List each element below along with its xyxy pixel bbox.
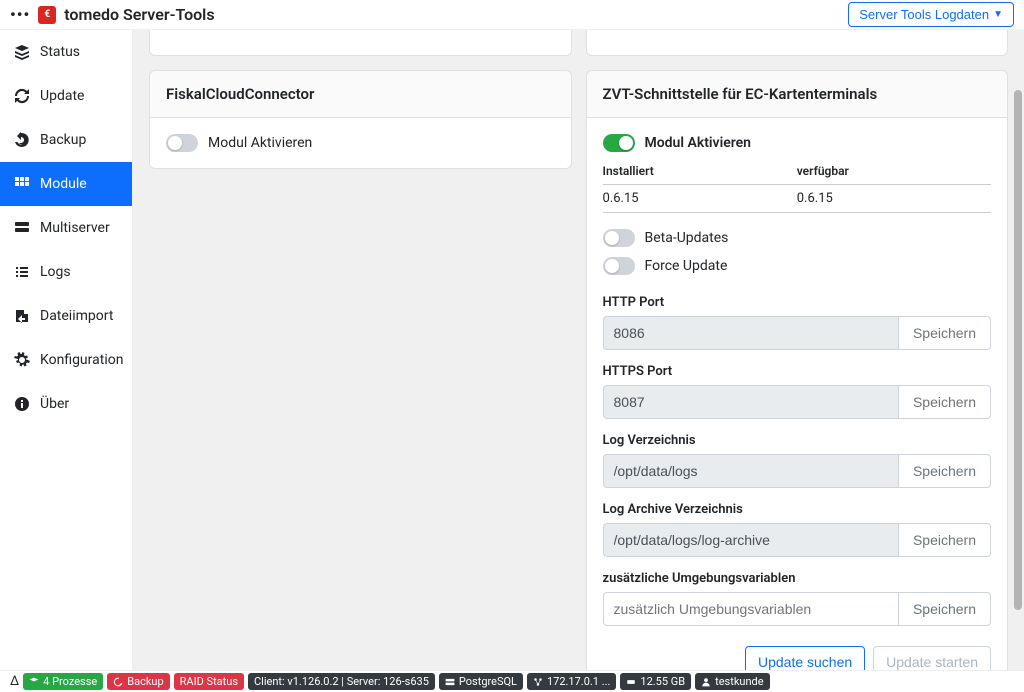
update-starten-button[interactable]: Update starten <box>873 646 991 670</box>
fiskal-activate-label: Modul Aktivieren <box>208 135 312 151</box>
https-port-label: HTTPS Port <box>603 364 992 379</box>
beta-updates-label: Beta-Updates <box>645 230 729 246</box>
force-update-toggle[interactable] <box>603 257 635 275</box>
grid-icon <box>14 176 30 192</box>
installed-value: 0.6.15 <box>603 191 797 206</box>
version-table: Installiert verfügbar 0.6.15 0.6.15 <box>603 164 992 213</box>
sidebar-item-dateiimport[interactable]: Dateiimport <box>0 294 132 338</box>
app-logo-icon: € <box>38 6 56 24</box>
http-port-input[interactable] <box>603 316 898 350</box>
fiskal-card-title: FiskalCloudConnector <box>150 71 571 118</box>
user-badge[interactable]: testkunde <box>695 673 769 690</box>
zvt-activate-label: Modul Aktivieren <box>645 135 752 151</box>
env-label: zusätzliche Umgebungsvariablen <box>603 571 992 586</box>
statusbar: ∆ 4 Prozesse Backup RAID Status Client: … <box>0 670 1024 692</box>
sidebar-item-multiserver[interactable]: Multiserver <box>0 206 132 250</box>
client-server-badge[interactable]: Client: v1.126.0.2 | Server: 126-s635 <box>248 673 435 690</box>
card-stub-right <box>586 30 1009 56</box>
force-update-label: Force Update <box>645 258 728 274</box>
zvt-card-title: ZVT-Schnittstelle für EC-Kartenterminals <box>587 71 1008 118</box>
info-icon <box>14 396 30 412</box>
layers-icon <box>14 44 30 60</box>
chevron-down-icon: ▼ <box>993 9 1003 20</box>
menu-dots[interactable]: ••• <box>10 5 30 24</box>
sidebar-item-logs[interactable]: Logs <box>0 250 132 294</box>
archive-dir-save-button[interactable]: Speichern <box>898 523 991 557</box>
archive-dir-label: Log Archive Verzeichnis <box>603 502 992 517</box>
log-dir-input[interactable] <box>603 454 898 488</box>
update-suchen-button[interactable]: Update suchen <box>745 646 865 670</box>
http-port-label: HTTP Port <box>603 295 992 310</box>
server-icon <box>14 220 30 236</box>
env-input[interactable] <box>603 592 898 626</box>
sidebar-item-backup[interactable]: Backup <box>0 118 132 162</box>
disk-badge[interactable]: 12.55 GB <box>620 673 691 690</box>
available-header: verfügbar <box>797 164 991 178</box>
sidebar: Status Update Backup Module Multiserver … <box>0 30 133 670</box>
installed-header: Installiert <box>603 164 797 178</box>
raid-badge[interactable]: RAID Status <box>174 673 244 690</box>
zvt-activate-toggle[interactable] <box>603 134 635 152</box>
https-port-save-button[interactable]: Speichern <box>898 385 991 419</box>
main-content: FiskalCloudConnector Modul Aktivieren ZV… <box>133 30 1024 670</box>
available-value: 0.6.15 <box>797 191 991 206</box>
http-port-save-button[interactable]: Speichern <box>898 316 991 350</box>
import-icon <box>14 308 30 324</box>
log-dir-label: Log Verzeichnis <box>603 433 992 448</box>
archive-dir-input[interactable] <box>603 523 898 557</box>
backup-badge[interactable]: Backup <box>107 673 169 690</box>
zvt-card: ZVT-Schnittstelle für EC-Kartenterminals… <box>586 70 1009 670</box>
ip-badge[interactable]: 172.17.0.1 ... <box>527 673 616 690</box>
sidebar-item-status[interactable]: Status <box>0 30 132 74</box>
linux-icon: ∆ <box>10 674 19 689</box>
gear-icon <box>14 352 30 368</box>
server-tools-logdaten-button[interactable]: Server Tools Logdaten ▼ <box>848 2 1014 27</box>
log-dir-save-button[interactable]: Speichern <box>898 454 991 488</box>
sidebar-item-konfiguration[interactable]: Konfiguration <box>0 338 132 382</box>
sidebar-item-update[interactable]: Update <box>0 74 132 118</box>
beta-updates-toggle[interactable] <box>603 229 635 247</box>
scrollbar[interactable] <box>1014 30 1022 670</box>
list-icon <box>14 264 30 280</box>
sidebar-item-ueber[interactable]: Über <box>0 382 132 426</box>
sidebar-item-module[interactable]: Module <box>0 162 132 206</box>
sync-icon <box>14 88 30 104</box>
card-stub-left <box>149 30 572 56</box>
postgresql-badge[interactable]: PostgreSQL <box>439 673 523 690</box>
https-port-input[interactable] <box>603 385 898 419</box>
undo-icon <box>14 132 30 148</box>
fiskal-card: FiskalCloudConnector Modul Aktivieren <box>149 70 572 169</box>
processes-badge[interactable]: 4 Prozesse <box>23 673 103 690</box>
app-title: tomedo Server-Tools <box>64 5 214 24</box>
env-save-button[interactable]: Speichern <box>898 592 991 626</box>
fiskal-activate-toggle[interactable] <box>166 134 198 152</box>
